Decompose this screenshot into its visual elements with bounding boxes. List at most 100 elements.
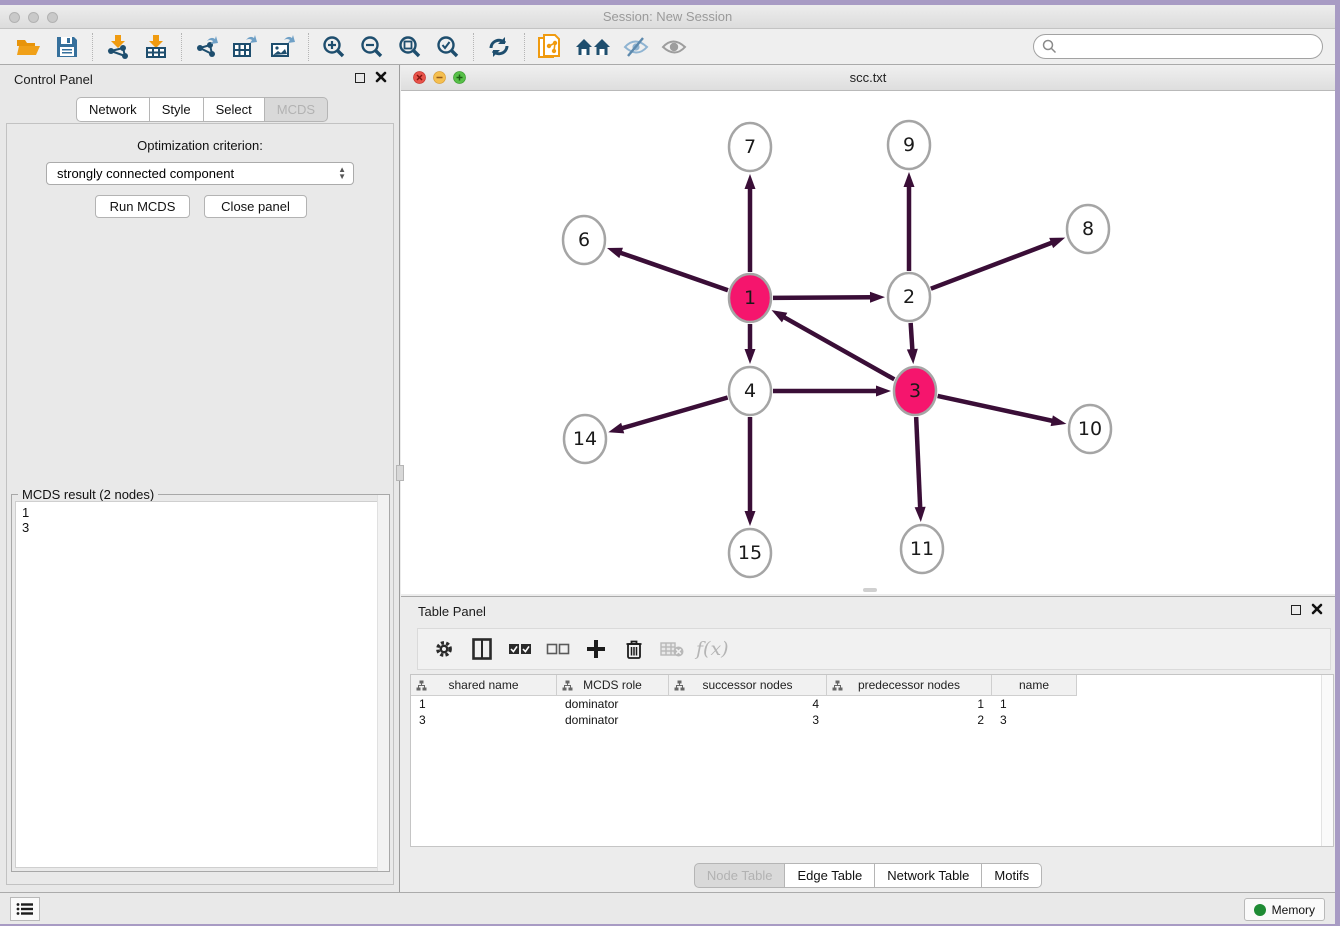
float-panel-icon[interactable] [355,73,365,83]
table-scrollbar[interactable] [1321,675,1333,846]
cell-name[interactable]: 1 [992,696,1077,712]
cell-name[interactable]: 3 [992,712,1077,728]
network-from-selection-button[interactable] [535,33,565,61]
refresh-layout-button[interactable] [484,33,514,61]
column-header-successor-nodes[interactable]: successor nodes [669,675,827,696]
mcds-result-title: MCDS result (2 nodes) [18,487,158,502]
criterion-select[interactable]: strongly connected component ▲▼ [46,162,354,185]
gear-icon [434,639,454,659]
memory-status-icon [1254,904,1266,916]
column-header-mcds-role[interactable]: MCDS role [557,675,669,696]
zoom-in-icon [322,35,346,59]
import-table-icon [144,35,168,59]
save-session-button[interactable] [52,33,82,61]
cell-predecessor-nodes[interactable]: 1 [827,696,992,712]
graph-node-label: 8 [1082,218,1094,240]
memory-label: Memory [1272,903,1315,917]
plus-icon [586,639,606,659]
table-header-row: shared name MCDS role successor nodes [411,675,1333,696]
deselect-all-rows-button[interactable] [544,635,572,663]
import-table-button[interactable] [141,33,171,61]
cell-shared-name[interactable]: 3 [411,712,557,728]
graph-node-label: 6 [578,229,590,251]
cell-successor-nodes[interactable]: 4 [669,696,827,712]
zoom-out-button[interactable] [357,33,387,61]
tab-network-table[interactable]: Network Table [875,863,982,888]
column-header-shared-name[interactable]: shared name [411,675,557,696]
task-history-button[interactable] [10,897,40,921]
right-column: scc.txt 1234678910111415 Table Panel [401,65,1335,892]
graph-edge-arrowhead [772,310,788,322]
open-session-button[interactable] [14,33,44,61]
fx-icon: f(x) [696,638,729,660]
control-panel: Control Panel Network Style Select MCDS … [0,65,400,892]
export-image-button[interactable] [268,33,298,61]
zoom-in-button[interactable] [319,33,349,61]
hide-selected-button[interactable] [621,33,651,61]
delete-rows-button[interactable] [620,635,648,663]
zoom-selected-button[interactable] [433,33,463,61]
cell-mcds-role[interactable]: dominator [557,696,669,712]
graph-edge-arrowhead [907,349,918,364]
tab-motifs[interactable]: Motifs [982,863,1042,888]
tab-style[interactable]: Style [150,97,204,122]
graph-edge[interactable] [783,317,894,380]
tab-edge-table[interactable]: Edge Table [785,863,875,888]
graph-edge[interactable] [931,242,1053,288]
graph-edge[interactable] [938,396,1054,421]
list-icon [16,902,34,916]
table-row[interactable]: 3 dominator 3 2 3 [411,712,1333,728]
eye-slash-icon [623,36,649,58]
splitter-grip[interactable] [396,465,404,481]
function-builder-button[interactable]: f(x) [696,635,729,663]
toggle-column-button[interactable] [468,635,496,663]
cell-shared-name[interactable]: 1 [411,696,557,712]
control-panel-title: Control Panel [14,72,93,87]
graph-edge[interactable] [619,252,728,290]
mcds-result-text[interactable]: 1 3 [15,501,386,868]
column-header-predecessor-nodes[interactable]: predecessor nodes [827,675,992,696]
tab-select[interactable]: Select [204,97,265,122]
tab-node-table[interactable]: Node Table [694,863,786,888]
home-button[interactable] [573,33,613,61]
network-canvas[interactable]: 1234678910111415 [401,91,1335,594]
table-row[interactable]: 1 dominator 4 1 1 [411,696,1333,712]
export-network-button[interactable] [192,33,222,61]
search-input[interactable] [1033,34,1323,59]
close-panel-button[interactable]: Close panel [204,195,307,218]
export-table-button[interactable] [230,33,260,61]
close-table-panel-icon[interactable] [1311,603,1323,615]
result-scrollbar[interactable] [377,495,389,871]
graph-edge[interactable] [621,397,728,428]
import-network-button[interactable] [103,33,133,61]
column-header-name[interactable]: name [992,675,1077,696]
float-table-panel-icon[interactable] [1291,605,1301,615]
canvas-hscroll-handle[interactable] [863,588,877,592]
toolbar-separator [524,33,525,61]
search-field-wrap [1033,34,1323,59]
graph-edge-arrowhead [870,292,885,303]
title-bar: Session: New Session [0,5,1335,29]
run-mcds-button[interactable]: Run MCDS [95,195,190,218]
show-all-button[interactable] [659,33,689,61]
graph-edge[interactable] [911,323,913,351]
zoom-fit-button[interactable] [395,33,425,61]
graph-edge[interactable] [773,297,872,298]
select-all-rows-button[interactable] [506,635,534,663]
cell-predecessor-nodes[interactable]: 2 [827,712,992,728]
graph-edge-arrowhead [904,172,915,187]
graph-node-label: 7 [744,136,756,158]
delete-table-button[interactable] [658,635,686,663]
close-panel-icon[interactable] [375,71,387,83]
cell-mcds-role[interactable]: dominator [557,712,669,728]
add-row-button[interactable] [582,635,610,663]
app-window: Session: New Session [0,5,1335,924]
tab-network[interactable]: Network [76,97,150,122]
column-settings-button[interactable] [430,635,458,663]
memory-button[interactable]: Memory [1244,898,1325,921]
cell-successor-nodes[interactable]: 3 [669,712,827,728]
toolbar-separator [92,33,93,61]
unchecked-boxes-icon [546,643,570,656]
graph-edge[interactable] [916,417,920,509]
tab-mcds[interactable]: MCDS [265,97,328,122]
